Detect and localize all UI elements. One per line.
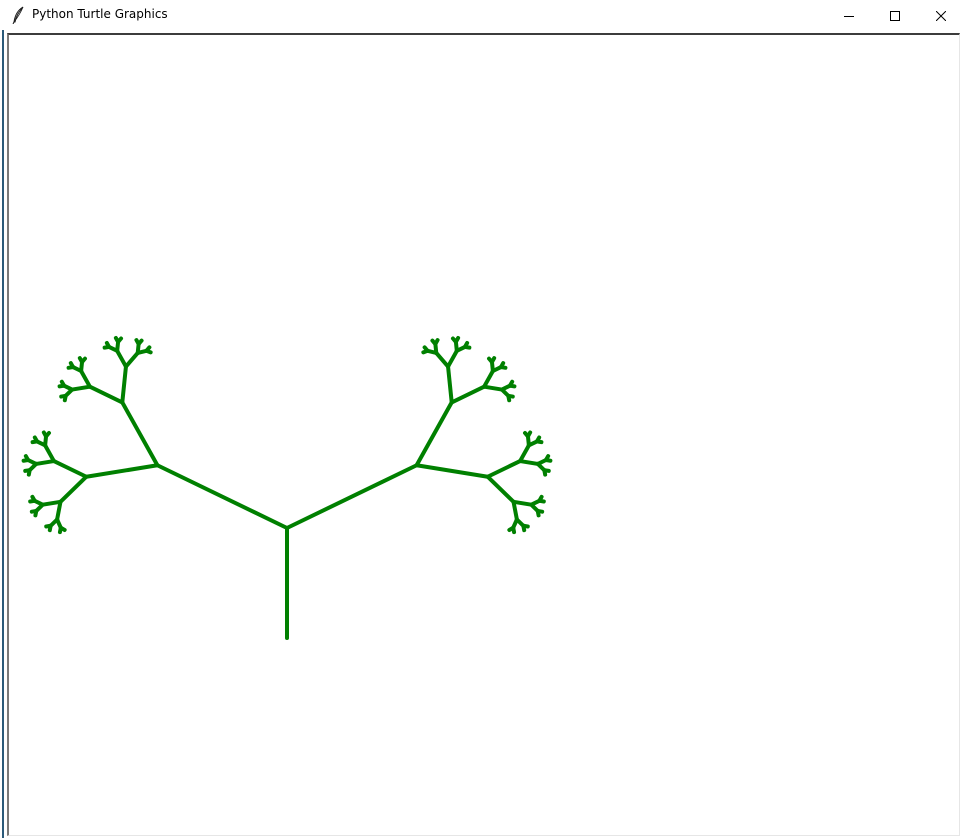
tree-branch-level-4: [115, 348, 128, 369]
window-title: Python Turtle Graphics: [32, 7, 168, 21]
maximize-icon: [890, 6, 900, 25]
tree-branch-level-6: [32, 435, 40, 444]
tree-branch-level-6: [30, 494, 37, 503]
tree-branch-level-6: [68, 361, 76, 370]
window-left-border-line: [2, 30, 4, 838]
tree-branch-level-6: [136, 338, 144, 347]
turtle-canvas-frame[interactable]: [7, 33, 960, 836]
tree-branch-level-6: [507, 525, 516, 533]
tree-branch-level-3: [51, 459, 89, 479]
tree-branch-level-6: [489, 356, 497, 365]
tree-branch-level-6: [542, 468, 548, 477]
tree-branch-level-6: [422, 345, 430, 353]
tree-branch-level-6: [507, 383, 517, 389]
close-icon: [935, 6, 947, 25]
tree-branch-level-6: [498, 365, 508, 370]
tree-branch-level-1: [155, 463, 289, 530]
turtle-canvas[interactable]: [9, 35, 959, 835]
tree-branch-level-4: [34, 459, 56, 466]
tree-branch-level-6: [144, 348, 153, 355]
tree-branch-level-6: [462, 344, 472, 350]
tree-branch-level-6: [59, 379, 67, 388]
tree-branch-level-4: [434, 350, 451, 369]
tree-branch-level-6: [80, 356, 87, 365]
tree-branch-level-6: [104, 341, 112, 349]
tree-branch-level-2: [120, 400, 160, 468]
tree-branch-level-3: [485, 459, 523, 479]
tree-branch-level-3: [449, 384, 487, 405]
tree-branch-level-1: [285, 463, 419, 530]
tree-branch-level-6: [534, 439, 544, 445]
tree-branch-level-4: [55, 499, 63, 522]
tree-branch-level-4: [123, 350, 140, 369]
tree-branch-level-3: [485, 474, 516, 504]
tree-branch-level-6: [433, 338, 440, 347]
tree-branch-level-3: [120, 364, 128, 405]
tree-branch-level-4: [40, 499, 63, 507]
tree-branch-level-6: [29, 508, 39, 514]
tree-branch-level-4: [43, 443, 56, 464]
tree-branch-level-6: [521, 523, 527, 533]
minimize-button[interactable]: [826, 0, 872, 30]
tree-branch-level-4: [511, 499, 534, 507]
tree-branch-level-6: [23, 454, 31, 462]
tree-branch-level-6: [537, 498, 546, 504]
tree-branch-level-3: [87, 384, 125, 405]
tree-branch-level-6: [543, 458, 553, 463]
maximize-button[interactable]: [872, 0, 918, 30]
tree-branch-level-4: [511, 499, 519, 522]
tree-branch-level-6: [59, 393, 68, 399]
minimize-icon: [844, 6, 854, 25]
tree-branch-level-4: [446, 348, 459, 369]
title-bar[interactable]: Python Turtle Graphics: [0, 0, 962, 30]
feather-icon: [12, 6, 26, 25]
tree-branch-level-6: [506, 393, 512, 403]
window-left-border: [0, 30, 7, 838]
tree-branch-level-6: [525, 430, 533, 439]
tree-branch-level-2: [84, 463, 160, 479]
close-button[interactable]: [918, 0, 962, 30]
tree-branch-level-2: [414, 463, 490, 479]
tree-branch-level-6: [57, 525, 63, 535]
tree-branch-level-3: [58, 474, 89, 504]
tree-branch-level-4: [518, 459, 540, 466]
fractal-tree: [21, 335, 553, 640]
tree-branch-level-3: [446, 364, 454, 405]
tree-branch-level-6: [453, 335, 461, 344]
tree-branch-level-4: [482, 368, 495, 389]
tree-branch-level-4: [70, 384, 92, 392]
tree-branch-level-2: [414, 400, 454, 468]
tree-branch-level-6: [23, 468, 32, 473]
tree-branch-level-4: [79, 368, 92, 389]
tree-branch-level-6: [44, 523, 53, 529]
tree-branch-level-6: [44, 430, 51, 439]
tree-branch-level-4: [518, 443, 531, 464]
turtle-window: Python Turtle Graphics: [0, 0, 962, 838]
tree-branch-level-6: [535, 508, 541, 518]
tree-branch-level-4: [482, 384, 504, 392]
tree-branch-level-6: [116, 336, 124, 344]
